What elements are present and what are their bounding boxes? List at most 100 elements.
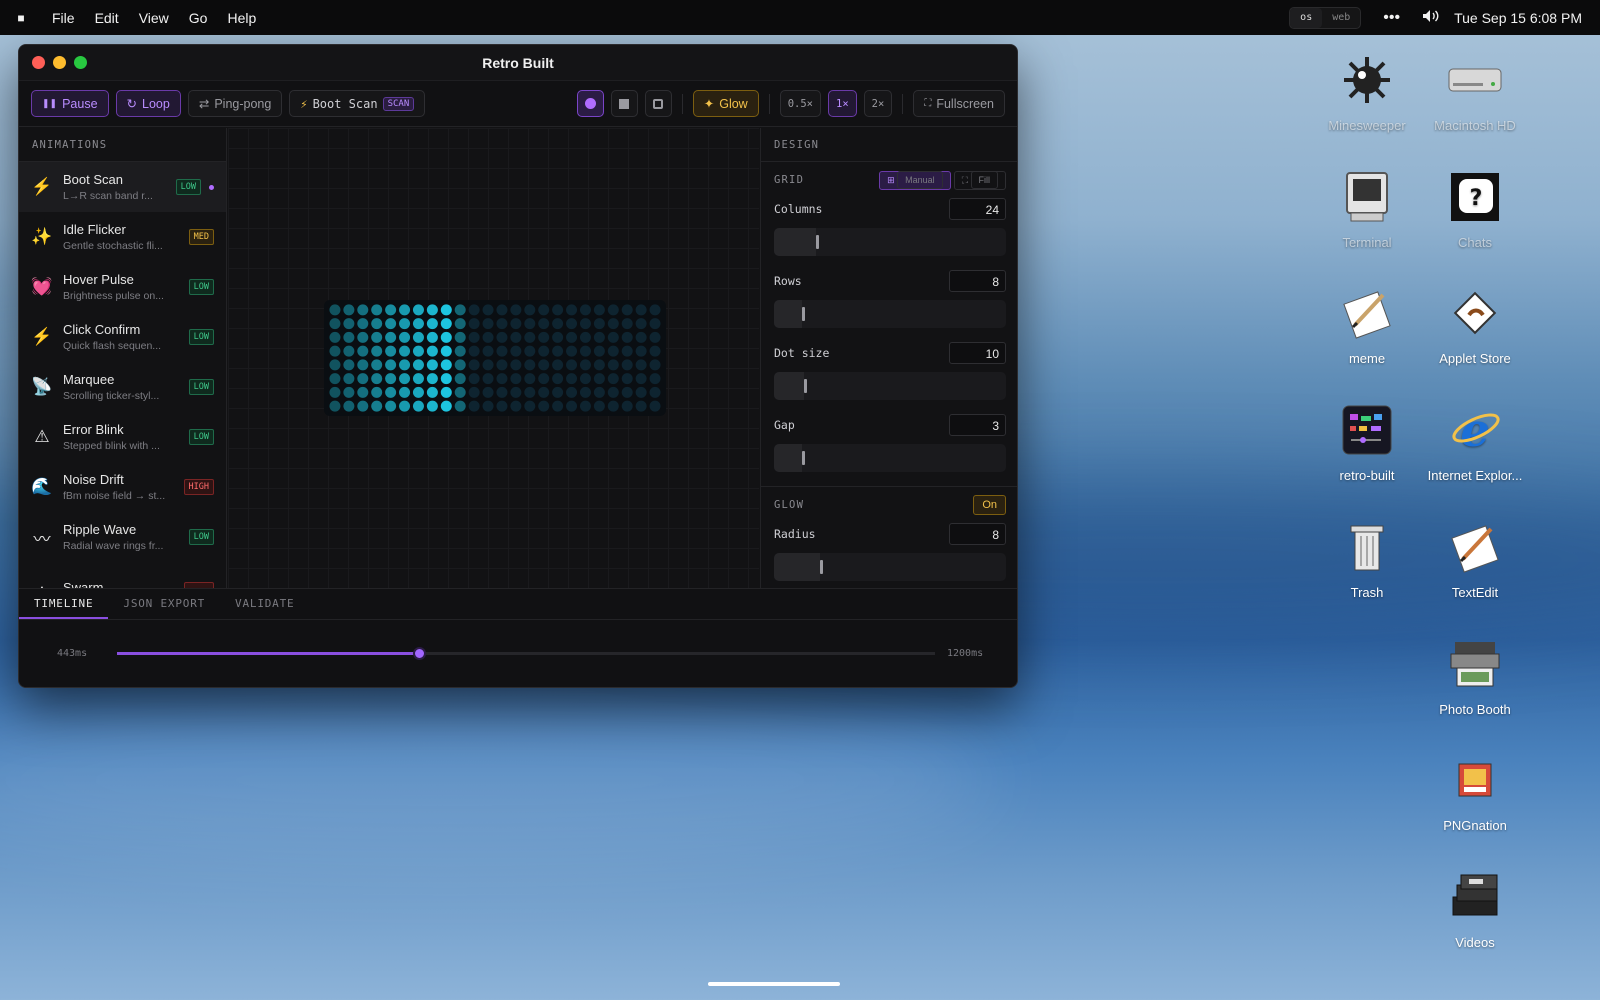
glow-button[interactable]: ✦ Glow xyxy=(692,90,759,117)
slider-knob[interactable] xyxy=(820,560,824,574)
desktop-icon-trash[interactable]: Trash xyxy=(1312,517,1422,600)
led-dot xyxy=(482,359,494,371)
control-value-input[interactable]: 3 xyxy=(949,414,1006,436)
shape-rounded-button[interactable] xyxy=(644,90,672,117)
control-slider[interactable] xyxy=(774,228,1006,256)
led-dot xyxy=(579,400,591,412)
shape-square-button[interactable] xyxy=(610,90,638,117)
mode-os[interactable]: os xyxy=(1290,7,1323,28)
led-dot xyxy=(607,331,619,343)
sidebar-item-boot-scan[interactable]: ⚡ Boot Scan L→R scan band r... LOW xyxy=(19,162,226,212)
complexity-badge: LOW xyxy=(188,429,214,445)
item-text: Ripple Wave Radial wave rings fr... xyxy=(63,522,189,552)
trash-icon xyxy=(1337,517,1397,577)
led-dot xyxy=(496,373,508,385)
sidebar-item-error-blink[interactable]: ⚠ Error Blink Stepped blink with ... LOW xyxy=(19,412,226,462)
led-dot xyxy=(343,318,355,330)
led-dot xyxy=(399,373,411,385)
item-description: Scrolling ticker-styl... xyxy=(63,390,160,402)
menu-help[interactable]: Help xyxy=(217,10,266,26)
animation-selector[interactable]: ⚡ Boot Scan SCAN xyxy=(289,90,426,117)
menu-view[interactable]: View xyxy=(129,10,179,26)
menu-file[interactable]: File xyxy=(42,10,85,26)
sidebar-item-click-confirm[interactable]: ⚡ Click Confirm Quick flash sequen... LOW xyxy=(19,312,226,362)
grid-mode-manual[interactable]: ⊞ Manual xyxy=(879,170,951,190)
desktop-icon-applet-store[interactable]: Applet Store xyxy=(1420,283,1530,366)
volume-icon[interactable] xyxy=(1422,9,1440,26)
sidebar-item-marquee[interactable]: 📡 Marquee Scrolling ticker-styl... LOW xyxy=(19,362,226,412)
close-button[interactable] xyxy=(32,56,45,69)
speed-half-button[interactable]: 0.5× xyxy=(779,90,822,117)
led-dot xyxy=(385,304,397,316)
led-dot xyxy=(440,331,452,343)
slider-knob[interactable] xyxy=(801,307,805,321)
pause-button[interactable]: ❚❚ Pause xyxy=(31,90,109,117)
control-value-input[interactable]: 10 xyxy=(949,342,1006,364)
clock[interactable]: Tue Sep 15 6:08 PM xyxy=(1454,10,1582,26)
loop-button[interactable]: ↻ Loop xyxy=(115,90,181,117)
timeline-track[interactable] xyxy=(117,646,935,660)
desktop-icon-meme[interactable]: meme xyxy=(1312,283,1422,366)
slider-knob[interactable] xyxy=(815,235,819,249)
complexity-badge: HIGH xyxy=(183,479,214,495)
glow-on-toggle[interactable]: On xyxy=(973,495,1006,515)
control-slider[interactable] xyxy=(774,300,1006,328)
led-dot xyxy=(496,345,508,357)
slider-knob[interactable] xyxy=(804,379,808,393)
mode-web[interactable]: web xyxy=(1322,8,1360,28)
control-value-input[interactable]: 8 xyxy=(949,270,1006,292)
tab-json-export[interactable]: JSON EXPORT xyxy=(108,589,220,619)
minimize-button[interactable] xyxy=(53,56,66,69)
sidebar-item-noise-drift[interactable]: 🌊 Noise Drift fBm noise field → st... HIGH xyxy=(19,462,226,512)
led-dot xyxy=(621,345,633,357)
timeline-scrubber[interactable] xyxy=(412,646,426,660)
desktop-icon-pngnation[interactable]: PNGnation xyxy=(1420,750,1530,833)
desktop-icon-macintosh-hd[interactable]: Macintosh HD xyxy=(1420,50,1530,133)
speed-2x-button[interactable]: 2× xyxy=(863,90,893,117)
sidebar-item-ripple-wave[interactable]: 〰 Ripple Wave Radial wave rings fr... LOW xyxy=(19,512,226,562)
item-description: Gentle stochastic fli... xyxy=(63,240,163,252)
desktop-icon-label: Videos xyxy=(1455,935,1495,950)
system-menu-icon[interactable]: ■ xyxy=(0,11,42,25)
menu-go[interactable]: Go xyxy=(179,10,218,26)
speed-1x-button[interactable]: 1× xyxy=(828,90,857,117)
slider-fill xyxy=(774,228,816,256)
fullscreen-button[interactable]: ⛶ Fullscreen xyxy=(913,90,1005,117)
grid-mode-toggle: ⊞ Manual ⛶ Fill xyxy=(879,170,1006,190)
more-icon[interactable]: ••• xyxy=(1375,9,1408,27)
sidebar-item-hover-pulse[interactable]: 💓 Hover Pulse Brightness pulse on... LOW xyxy=(19,262,226,312)
title-bar[interactable]: Retro Built xyxy=(19,45,1017,81)
shape-circle-button[interactable] xyxy=(576,90,604,117)
led-dot xyxy=(510,331,522,343)
menu-edit[interactable]: Edit xyxy=(85,10,129,26)
led-dot xyxy=(510,400,522,412)
desktop-icon-retro-built[interactable]: retro-built xyxy=(1312,400,1422,483)
ripple-icon: 〰 xyxy=(33,529,51,549)
preview-canvas[interactable] xyxy=(228,128,759,588)
sidebar-item-swarm[interactable]: · Swarm xyxy=(19,562,226,588)
led-dot xyxy=(649,373,661,385)
control-slider[interactable] xyxy=(774,444,1006,472)
control-value-input[interactable]: 8 xyxy=(949,523,1006,545)
pingpong-button[interactable]: ⇄ Ping-pong xyxy=(187,90,283,117)
zoom-button[interactable] xyxy=(74,56,87,69)
control-slider[interactable] xyxy=(774,553,1006,581)
control-slider[interactable] xyxy=(774,372,1006,400)
tab-validate[interactable]: VALIDATE xyxy=(220,589,309,619)
desktop-icon-textedit[interactable]: TextEdit xyxy=(1420,517,1530,600)
tab-timeline[interactable]: TIMELINE xyxy=(19,589,109,619)
sidebar-item-idle-flicker[interactable]: ✨ Idle Flicker Gentle stochastic fli... MED xyxy=(19,212,226,262)
desktop-icon-photo-booth[interactable]: Photo Booth xyxy=(1420,634,1530,717)
desktop-icon-label: TextEdit xyxy=(1451,585,1499,600)
desktop-icon-chats[interactable]: ? Chats xyxy=(1420,167,1530,250)
rounded-square-icon xyxy=(653,98,664,109)
desktop-icon-internet-explor[interactable]: e Internet Explor... xyxy=(1420,400,1530,483)
control-value-input[interactable]: 24 xyxy=(949,198,1006,220)
slider-knob[interactable] xyxy=(801,451,805,465)
item-text: Error Blink Stepped blink with ... xyxy=(63,422,189,452)
desktop-icon-minesweeper[interactable]: Minesweeper xyxy=(1312,50,1422,133)
desktop-icon-terminal[interactable]: Terminal xyxy=(1312,167,1422,250)
led-dot xyxy=(440,345,452,357)
grid-mode-fill[interactable]: ⛶ Fill xyxy=(953,170,1006,190)
desktop-icon-videos[interactable]: Videos xyxy=(1420,867,1530,950)
